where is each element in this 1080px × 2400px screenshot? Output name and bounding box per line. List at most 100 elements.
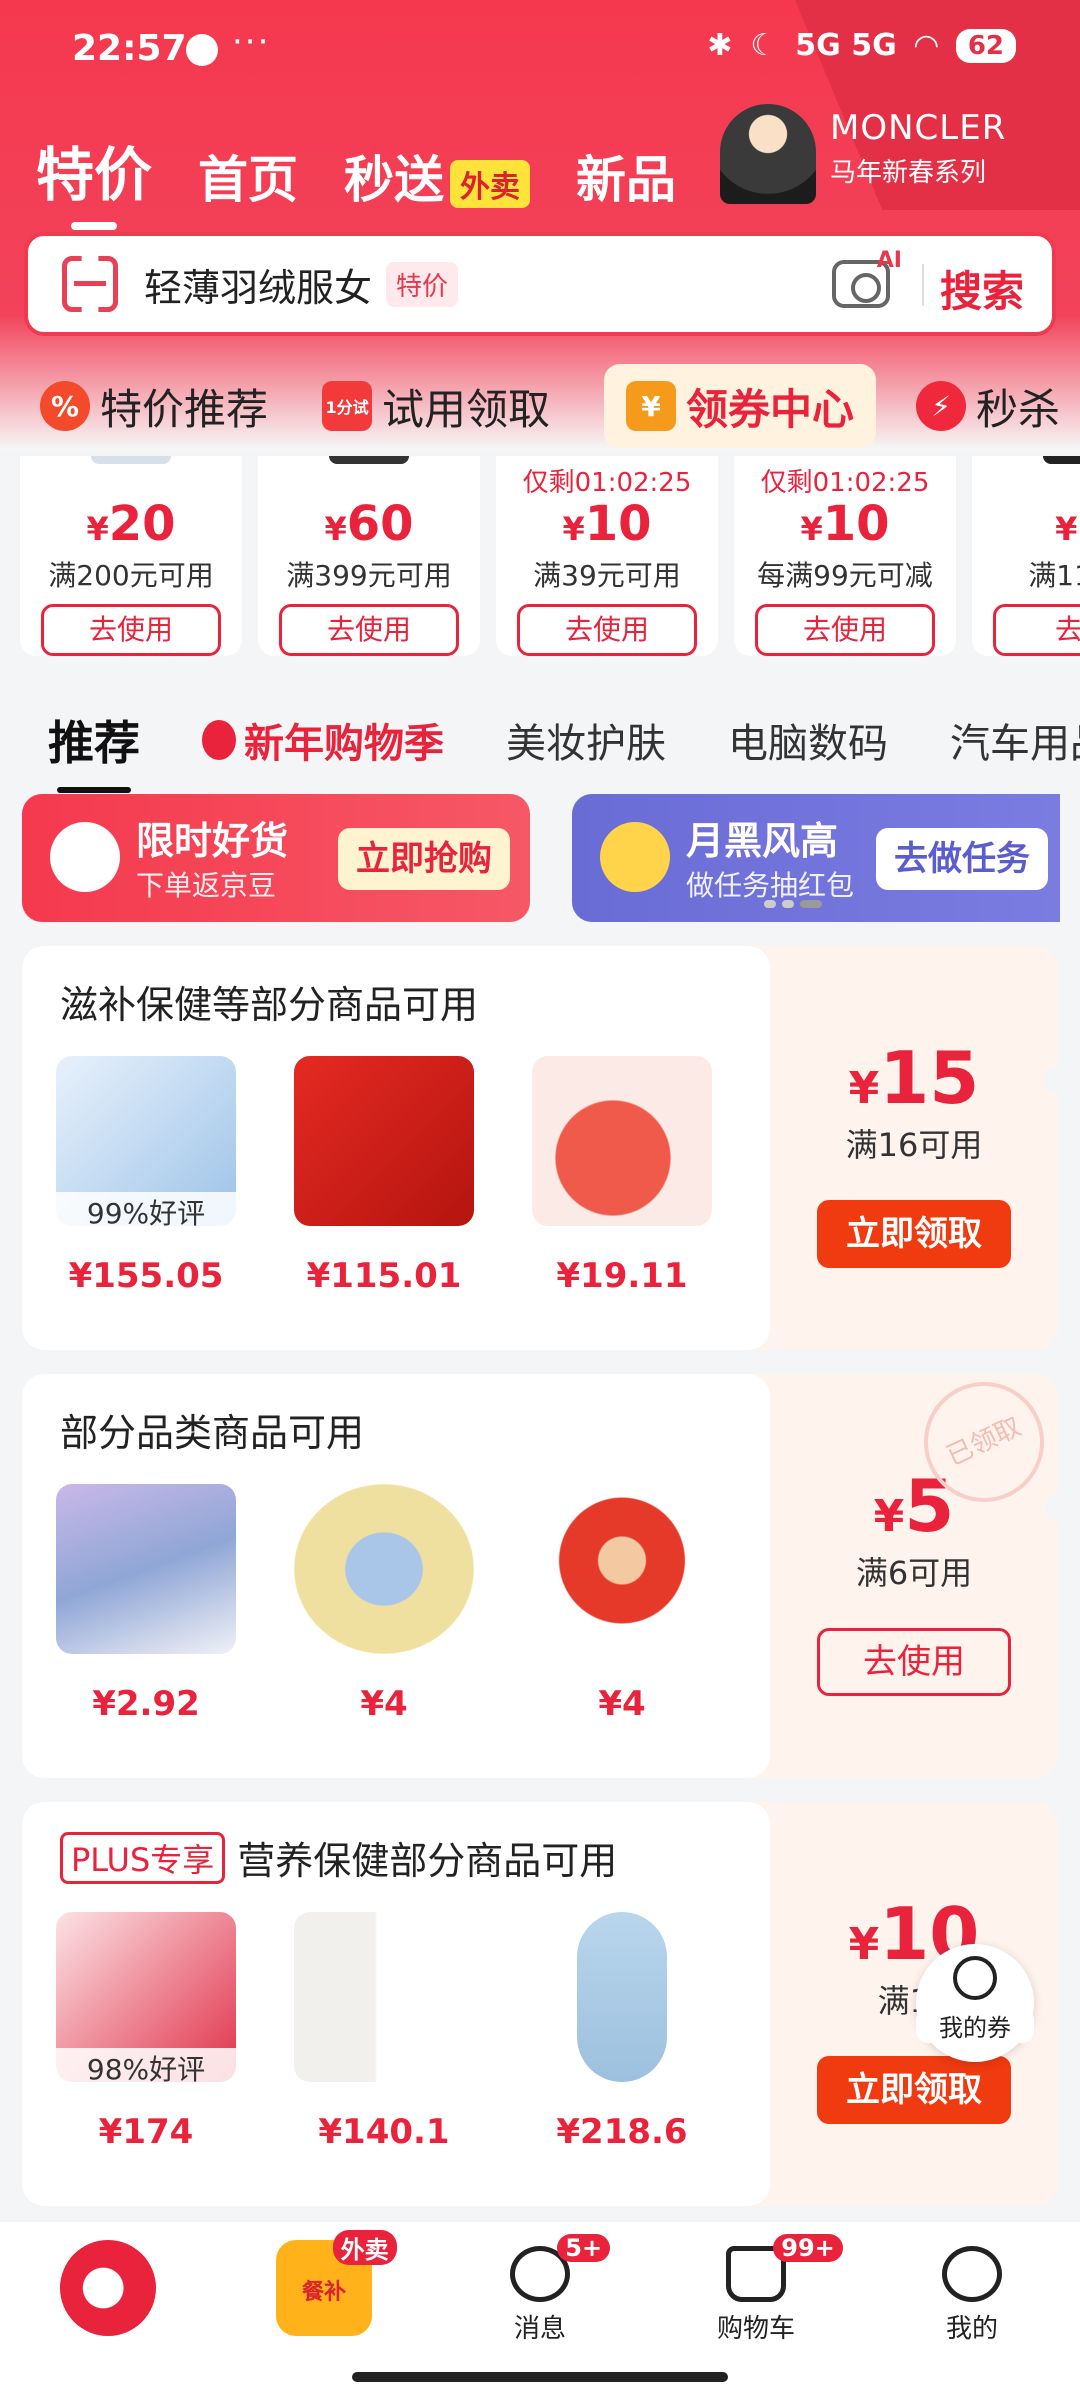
card-products: 滋补保健等部分商品可用 99%好评 ¥155.05 ¥115.01 ¥19.11 bbox=[22, 946, 770, 1350]
ai-badge: AI bbox=[876, 248, 902, 273]
lantern-icon bbox=[202, 720, 236, 760]
promo-subtitle: 马年新春系列 bbox=[830, 158, 987, 188]
tab-new-year-shopping[interactable]: 新年购物季 bbox=[202, 711, 444, 769]
page-dot bbox=[782, 900, 794, 908]
do-task-button[interactable]: 去做任务 bbox=[876, 828, 1048, 890]
message-badge: 5+ bbox=[557, 2234, 611, 2262]
alarm-clock-icon bbox=[50, 822, 120, 892]
grab-now-button[interactable]: 立即抢购 bbox=[338, 828, 510, 890]
use-coupon-button[interactable]: 去使 bbox=[993, 604, 1080, 656]
product-item[interactable]: ¥4 bbox=[284, 1484, 484, 1724]
nav-me[interactable]: 我的 bbox=[864, 2222, 1080, 2400]
moncler-promo[interactable]: MONCLER 马年新春系列 bbox=[720, 104, 1060, 204]
use-coupon-button[interactable]: 去使用 bbox=[517, 604, 697, 656]
battery-indicator: 62 bbox=[955, 28, 1016, 63]
product-image bbox=[294, 1056, 474, 1226]
product-item[interactable]: 98%好评 ¥174 bbox=[46, 1912, 246, 2152]
product-item[interactable]: ¥4 bbox=[522, 1484, 722, 1724]
my-coupons-button[interactable]: 我的券 bbox=[916, 1944, 1034, 2062]
product-image bbox=[532, 1484, 712, 1654]
category-row: % 特价推荐 1分试 试用领取 ¥ 领券中心 ⚡ 秒杀 bbox=[0, 360, 1080, 452]
claim-now-button[interactable]: 立即领取 bbox=[817, 1200, 1011, 1268]
product-image bbox=[294, 1484, 474, 1654]
search-button[interactable]: 搜索 bbox=[940, 258, 1024, 319]
network-label: 5G 5G bbox=[795, 28, 897, 63]
product-image bbox=[532, 1056, 712, 1226]
mini-coupon[interactable]: ¥60 满399元可用 去使用 bbox=[258, 456, 480, 656]
tab-new[interactable]: 新品 bbox=[576, 140, 676, 212]
mini-coupon[interactable]: 仅剩01:02:25 ¥10 每满99元可减 去使用 bbox=[734, 456, 956, 656]
bluetooth-icon: ✱ bbox=[707, 28, 733, 63]
product-item[interactable]: ¥140.1 bbox=[284, 1912, 484, 2152]
coupon-timer bbox=[258, 462, 480, 494]
category-coupon-center[interactable]: ¥ 领券中心 bbox=[604, 364, 877, 448]
card-coupon-value: 已领取 ¥5 满6可用 去使用 bbox=[770, 1374, 1058, 1778]
use-coupon-button[interactable]: 去使用 bbox=[755, 604, 935, 656]
coupon-amount: ¥60 bbox=[324, 496, 414, 552]
tab-recommend[interactable]: 推荐 bbox=[48, 707, 140, 793]
category-label: 领券中心 bbox=[686, 384, 855, 434]
coupon-amount: ¥5 bbox=[1055, 496, 1080, 552]
waimai-badge: 外卖 bbox=[450, 159, 531, 208]
mini-coupon[interactable]: ¥20 满200元可用 去使用 bbox=[20, 456, 242, 656]
card-title: 滋补保健等部分商品可用 bbox=[60, 983, 479, 1027]
banner-subtitle: 下单返京豆 bbox=[136, 869, 277, 902]
product-thumbnail bbox=[91, 456, 171, 464]
product-item[interactable]: ¥2.92 bbox=[46, 1484, 246, 1724]
tab-home[interactable]: 首页 bbox=[198, 140, 298, 212]
product-price: ¥19.11 bbox=[556, 1256, 688, 1296]
nav-home[interactable] bbox=[0, 2222, 216, 2400]
product-item[interactable]: ¥115.01 bbox=[284, 1056, 484, 1296]
coupon-card: PLUS专享 营养保健部分商品可用 98%好评 ¥174 ¥140.1 ¥218… bbox=[22, 1802, 1058, 2206]
percent-icon: % bbox=[40, 381, 90, 431]
nav-label: 消息 bbox=[513, 2314, 566, 2344]
claim-now-button[interactable]: 立即领取 bbox=[817, 2056, 1011, 2124]
product-rating: 98%好评 bbox=[56, 2048, 236, 2088]
product-price: ¥218.6 bbox=[556, 2112, 688, 2152]
page-dot-active bbox=[800, 900, 822, 908]
use-coupon-button[interactable]: 去使用 bbox=[41, 604, 221, 656]
product-price: ¥4 bbox=[598, 1684, 646, 1724]
trial-icon: 1分试 bbox=[322, 381, 373, 431]
search-input[interactable]: 轻薄羽绒服女 bbox=[144, 257, 372, 312]
category-tejia-tuijian[interactable]: % 特价推荐 bbox=[26, 364, 282, 448]
product-image bbox=[294, 1912, 474, 2082]
status-icons: ✱ ☾ 5G 5G ◠ 62 bbox=[707, 28, 1016, 63]
tab-auto[interactable]: 汽车用品 bbox=[950, 711, 1080, 769]
home-indicator[interactable] bbox=[352, 2372, 728, 2382]
mini-coupon[interactable]: ¥5 满119元 去使 bbox=[972, 456, 1080, 656]
search-bar[interactable]: 轻薄羽绒服女 特价 AI 搜索 bbox=[24, 232, 1056, 336]
moon-icon bbox=[600, 822, 670, 892]
card-title: 部分品类商品可用 bbox=[60, 1411, 365, 1455]
status-bar: 22:57 ··· ✱ ☾ 5G 5G ◠ 62 bbox=[0, 0, 1080, 100]
coupon-amount: ¥15 bbox=[848, 1036, 980, 1120]
product-price: ¥174 bbox=[98, 2112, 194, 2152]
search-tag: 特价 bbox=[386, 261, 459, 307]
coupon-strip: ¥20 满200元可用 去使用 ¥60 满399元可用 去使用 仅剩01:02:… bbox=[0, 456, 1080, 660]
tab-beauty[interactable]: 美妆护肤 bbox=[506, 711, 666, 769]
use-coupon-button[interactable]: 去使用 bbox=[817, 1628, 1011, 1696]
coupon-timer: 仅剩01:02:25 bbox=[760, 468, 930, 498]
product-item[interactable]: ¥218.6 bbox=[522, 1912, 722, 2152]
coupon-amount: ¥10 bbox=[800, 496, 890, 552]
tab-tejia[interactable]: 特价 bbox=[36, 128, 152, 230]
category-flash-sale[interactable]: ⚡ 秒杀 bbox=[902, 364, 1074, 448]
use-coupon-button[interactable]: 去使用 bbox=[279, 604, 459, 656]
category-label: 试用领取 bbox=[382, 384, 551, 434]
banner-subtitle: 做任务抽红包 bbox=[686, 869, 855, 902]
category-trial[interactable]: 1分试 试用领取 bbox=[308, 364, 564, 448]
nav-label: 我的 bbox=[945, 2314, 998, 2344]
coupon-condition: 满399元可用 bbox=[286, 559, 452, 592]
coupon-condition: 满39元可用 bbox=[533, 559, 681, 592]
coupon-amount: ¥10 bbox=[562, 496, 652, 552]
plus-badge: PLUS专享 bbox=[60, 1831, 226, 1884]
banner-limited-goods[interactable]: 限时好货 下单返京豆 立即抢购 bbox=[22, 794, 530, 922]
tab-computers[interactable]: 电脑数码 bbox=[728, 711, 888, 769]
product-thumbnail bbox=[329, 456, 409, 464]
product-item[interactable]: ¥19.11 bbox=[522, 1056, 722, 1296]
scan-icon[interactable] bbox=[62, 256, 118, 312]
tab-miaosong[interactable]: 秒送 外卖 bbox=[344, 140, 531, 212]
card-coupon-value: ¥15 满16可用 立即领取 bbox=[770, 946, 1058, 1350]
product-item[interactable]: 99%好评 ¥155.05 bbox=[46, 1056, 246, 1296]
mini-coupon[interactable]: 仅剩01:02:25 ¥10 满39元可用 去使用 bbox=[496, 456, 718, 656]
